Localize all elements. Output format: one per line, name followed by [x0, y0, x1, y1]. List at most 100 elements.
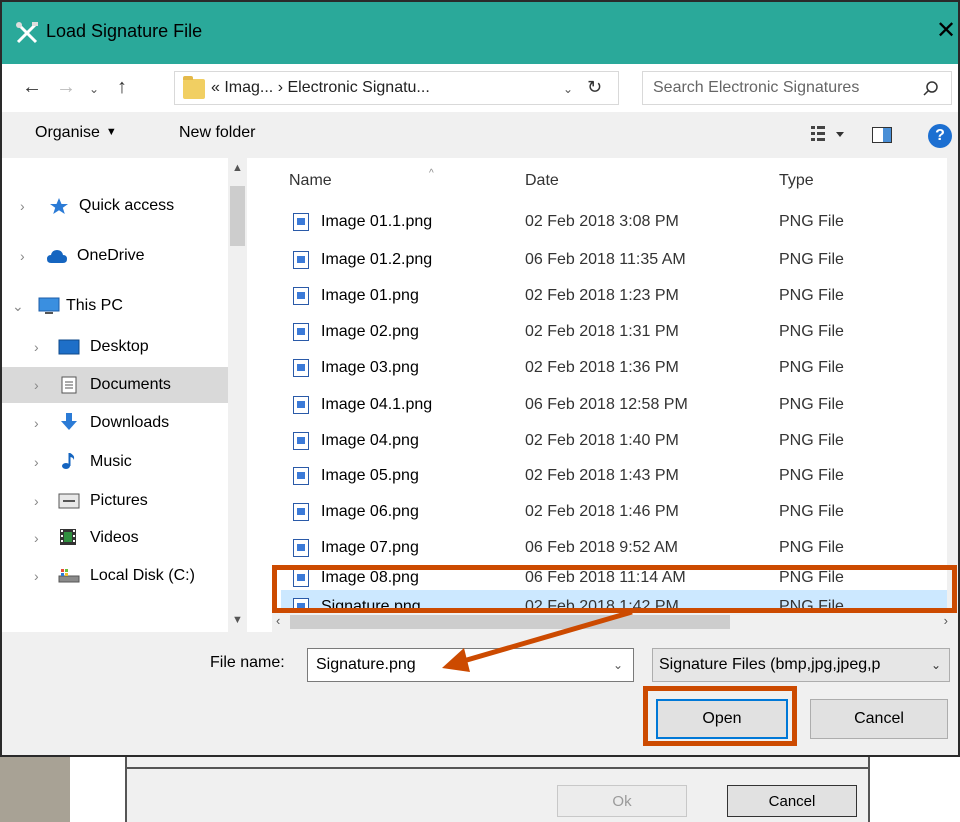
- breadcrumb[interactable]: « Imag... › Electronic Signatu...: [211, 79, 430, 97]
- chevron-down-icon[interactable]: ⌄: [12, 298, 24, 315]
- file-name-cell: Image 08.png: [321, 569, 419, 586]
- chevron-right-icon[interactable]: ›: [34, 415, 39, 431]
- file-name-cell: Image 03.png: [321, 359, 419, 376]
- sidebar-item-videos[interactable]: › Videos: [2, 520, 228, 556]
- sidebar-item-documents[interactable]: › Documents: [2, 367, 228, 403]
- chevron-right-icon[interactable]: ›: [34, 339, 39, 355]
- sidebar-item-desktop[interactable]: › Desktop: [2, 329, 228, 365]
- title-bar[interactable]: Load Signature File ✕: [2, 2, 958, 64]
- chevron-right-icon[interactable]: ›: [20, 248, 25, 264]
- chevron-right-icon[interactable]: ›: [34, 530, 39, 546]
- sidebar-item-pictures[interactable]: › Pictures: [2, 483, 228, 519]
- sidebar-item-label: Quick access: [79, 197, 175, 214]
- file-row[interactable]: Image 04.png 02 Feb 2018 1:40 PM PNG File: [281, 424, 951, 458]
- chevron-down-icon[interactable]: ⌄: [613, 658, 623, 672]
- forward-arrow-icon[interactable]: →: [54, 76, 78, 99]
- chevron-down-icon[interactable]: ⌄: [931, 658, 941, 672]
- sidebar-item-label: OneDrive: [77, 247, 145, 264]
- column-header-type[interactable]: Type: [779, 172, 814, 190]
- png-file-icon: [293, 432, 309, 450]
- recent-locations-icon[interactable]: ⌄: [82, 82, 106, 96]
- sidebar-item-label: Videos: [90, 529, 139, 546]
- file-name-cell: Image 04.1.png: [321, 396, 433, 413]
- sidebar-item-this-pc[interactable]: ⌄ This PC: [2, 288, 228, 324]
- file-row[interactable]: Image 04.1.png 06 Feb 2018 12:58 PM PNG Fi…: [281, 388, 951, 422]
- organise-button[interactable]: Organise ▼: [35, 124, 117, 142]
- sidebar-item-music[interactable]: › Music: [2, 444, 228, 480]
- horizontal-scrollbar[interactable]: ‹ ›: [272, 612, 958, 632]
- file-row[interactable]: Image 02.png 02 Feb 2018 1:31 PM PNG File: [281, 315, 951, 349]
- chevron-right-icon[interactable]: ›: [20, 198, 25, 214]
- chevron-right-icon[interactable]: ›: [34, 454, 39, 470]
- chevron-down-icon[interactable]: ⌄: [563, 82, 573, 96]
- file-date-cell: 02 Feb 2018 1:31 PM: [525, 323, 679, 340]
- file-type-cell: PNG File: [779, 569, 844, 586]
- column-header-date[interactable]: Date: [525, 172, 559, 190]
- file-type-cell: PNG File: [779, 251, 844, 268]
- toolbar: Organise ▼ New folder ?: [2, 112, 958, 158]
- file-name-cell: Image 02.png: [321, 323, 419, 340]
- background-ok-button[interactable]: Ok: [557, 785, 687, 817]
- png-file-icon: [293, 213, 309, 231]
- sidebar-item-label: Music: [90, 453, 132, 470]
- preview-pane-icon[interactable]: [872, 127, 892, 143]
- sidebar-item-onedrive[interactable]: › OneDrive: [2, 238, 228, 274]
- caret-up-icon[interactable]: ▲: [232, 162, 243, 174]
- file-name-cell: Image 01.1.png: [321, 213, 433, 230]
- file-list-scrollbar[interactable]: [947, 158, 958, 612]
- png-file-icon: [293, 323, 309, 341]
- caret-right-icon[interactable]: ›: [944, 613, 948, 628]
- chevron-right-icon[interactable]: ›: [34, 493, 39, 509]
- file-name-cell: Image 06.png: [321, 503, 419, 520]
- png-file-icon: [293, 359, 309, 377]
- file-type-cell: PNG File: [779, 287, 844, 304]
- search-input[interactable]: Search Electronic Signatures: [642, 71, 952, 105]
- caret-left-icon[interactable]: ‹: [276, 613, 280, 628]
- download-icon: [61, 413, 77, 430]
- file-name-cell: Image 01.png: [321, 287, 419, 304]
- png-file-icon: [293, 503, 309, 521]
- cancel-button[interactable]: Cancel: [810, 699, 948, 739]
- nav-scrollbar[interactable]: ▲ ▼: [228, 158, 247, 632]
- chevron-right-icon[interactable]: ›: [34, 568, 39, 584]
- background-strip: [0, 757, 70, 822]
- sidebar-item-local-disk[interactable]: › Local Disk (C:): [2, 558, 228, 594]
- refresh-icon[interactable]: ↻: [587, 77, 602, 98]
- file-date-cell: 06 Feb 2018 11:14 AM: [525, 569, 686, 586]
- file-row[interactable]: Image 07.png 06 Feb 2018 9:52 AM PNG File: [281, 531, 951, 565]
- column-header-name[interactable]: Name ^: [289, 168, 434, 190]
- file-row[interactable]: Image 01.2.png 06 Feb 2018 11:35 AM PNG Fi…: [281, 243, 951, 277]
- address-bar[interactable]: « Imag... › Electronic Signatu... ⌄ ↻: [174, 71, 619, 105]
- sidebar-item-downloads[interactable]: › Downloads: [2, 405, 228, 441]
- view-options-icon[interactable]: [810, 124, 850, 144]
- png-file-icon: [293, 539, 309, 557]
- scrollbar-thumb[interactable]: [290, 615, 730, 629]
- png-file-icon: [293, 467, 309, 485]
- chevron-right-icon[interactable]: ›: [34, 377, 39, 393]
- background-cancel-button[interactable]: Cancel: [727, 785, 857, 817]
- file-row[interactable]: Image 01.png 02 Feb 2018 1:23 PM PNG File: [281, 279, 951, 313]
- file-date-cell: 02 Feb 2018 1:40 PM: [525, 432, 679, 449]
- sidebar-item-label: Downloads: [90, 414, 170, 431]
- sidebar-item-quick-access[interactable]: › Quick access: [2, 188, 228, 224]
- back-arrow-icon[interactable]: ←: [20, 76, 44, 99]
- open-button[interactable]: Open: [656, 699, 788, 739]
- file-type-cell: PNG File: [779, 359, 844, 376]
- new-folder-button[interactable]: New folder: [179, 124, 255, 142]
- close-icon[interactable]: ✕: [936, 16, 958, 46]
- file-name-input[interactable]: Signature.png ⌄: [307, 648, 634, 682]
- file-type-select[interactable]: Signature Files (bmp,jpg,jpeg,p ⌄: [652, 648, 950, 682]
- file-row[interactable]: Image 01.1.png 02 Feb 2018 3:08 PM PNG Fil…: [281, 205, 951, 239]
- file-row[interactable]: Image 03.png 02 Feb 2018 1:36 PM PNG File: [281, 351, 951, 385]
- file-date-cell: 02 Feb 2018 1:23 PM: [525, 287, 679, 304]
- search-icon: [923, 81, 938, 96]
- caret-down-icon[interactable]: ▼: [232, 614, 243, 626]
- file-row[interactable]: Image 06.png 02 Feb 2018 1:46 PM PNG File: [281, 495, 951, 529]
- tools-icon: [16, 22, 38, 44]
- up-arrow-icon[interactable]: ↑: [110, 76, 134, 99]
- file-date-cell: 06 Feb 2018 11:35 AM: [525, 251, 686, 268]
- file-row[interactable]: Image 05.png 02 Feb 2018 1:43 PM PNG File: [281, 459, 951, 493]
- help-icon[interactable]: ?: [928, 124, 952, 148]
- dialog-title: Load Signature File: [46, 21, 203, 41]
- scrollbar-thumb[interactable]: [230, 186, 245, 246]
